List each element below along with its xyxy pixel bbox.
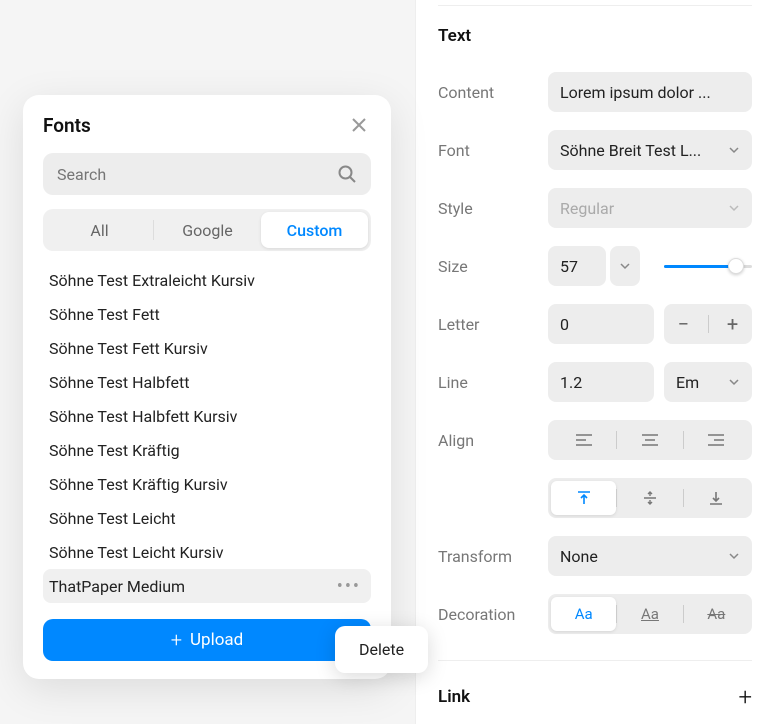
tab-all[interactable]: All [46,212,153,248]
search-input-wrap[interactable] [43,153,371,195]
font-item[interactable]: Söhne Test Kräftig Kursiv [43,467,371,501]
font-source-tabs: All Google Custom [43,209,371,251]
line-input[interactable]: 1.2 [548,362,654,402]
add-link-button[interactable]: + [738,683,752,711]
tab-custom[interactable]: Custom [261,212,368,248]
align-top-icon [576,490,592,506]
properties-panel: Text Content Lorem ipsum dolor ... Font … [415,0,770,724]
font-item[interactable]: Söhne Test Extraleicht Kursiv [43,263,371,297]
increment-button[interactable]: + [718,312,748,336]
font-item[interactable]: Söhne Test Kräftig [43,433,371,467]
content-field[interactable]: Lorem ipsum dolor ... [548,72,752,112]
search-icon [337,164,357,184]
fonts-panel: Fonts All Google Custom Söhne Test Extra… [23,95,391,679]
fonts-title: Fonts [43,114,91,137]
chevron-down-icon [728,202,740,214]
label-transform: Transform [438,547,548,566]
label-font: Font [438,141,548,160]
font-item[interactable]: Söhne Test Fett [43,297,371,331]
align-bottom-icon [708,490,724,506]
decoration-underline-button[interactable]: Aa [617,597,682,631]
decoration-segment: Aa Aa Aa [548,594,752,634]
decoration-none-button[interactable]: Aa [551,597,616,631]
valign-top-button[interactable] [551,481,616,515]
font-item[interactable]: Söhne Test Halbfett [43,365,371,399]
decrement-button[interactable]: − [669,312,699,336]
vertical-align-segment [548,478,752,518]
search-input[interactable] [57,165,337,184]
line-unit-select[interactable]: Em [664,362,752,402]
section-title-text: Text [438,26,752,46]
label-line: Line [438,373,548,392]
align-middle-icon [642,490,658,506]
letter-stepper: − + [664,304,752,344]
more-icon[interactable]: ••• [333,576,365,597]
chevron-down-icon [728,550,740,562]
font-item[interactable]: Söhne Test Leicht [43,501,371,535]
font-item[interactable]: Söhne Test Leicht Kursiv [43,535,371,569]
font-item[interactable]: Söhne Test Fett Kursiv [43,331,371,365]
letter-input[interactable]: 0 [548,304,654,344]
context-menu-delete[interactable]: Delete [335,626,428,673]
font-item[interactable]: ThatPaper Medium ••• [43,569,371,603]
transform-select[interactable]: None [548,536,752,576]
text-align-segment [548,420,752,460]
close-button[interactable] [347,113,371,137]
align-left-icon [576,433,592,447]
font-list[interactable]: Söhne Test Extraleicht Kursiv Söhne Test… [23,263,391,603]
align-left-button[interactable] [551,423,616,457]
tab-google[interactable]: Google [154,212,261,248]
size-input[interactable]: 57 [548,246,606,286]
align-center-button[interactable] [617,423,682,457]
chevron-down-icon [619,260,631,272]
label-style: Style [438,199,548,218]
upload-button[interactable]: + Upload [43,619,371,661]
label-align: Align [438,431,548,450]
align-center-icon [642,433,658,447]
label-letter: Letter [438,315,548,334]
valign-middle-button[interactable] [617,481,682,515]
font-item[interactable]: Söhne Test Halbfett Kursiv [43,399,371,433]
size-slider[interactable] [650,246,752,286]
align-right-icon [708,433,724,447]
style-select[interactable]: Regular [548,188,752,228]
label-size: Size [438,257,548,276]
close-icon [351,117,367,133]
label-decoration: Decoration [438,605,548,624]
decoration-strike-button[interactable]: Aa [684,597,749,631]
align-right-button[interactable] [684,423,749,457]
chevron-down-icon [728,376,740,388]
valign-bottom-button[interactable] [684,481,749,515]
slider-thumb[interactable] [728,258,744,274]
plus-icon: + [171,628,182,652]
section-title-link: Link [438,687,470,707]
size-dropdown[interactable] [610,246,640,286]
font-select[interactable]: Söhne Breit Test L... [548,130,752,170]
chevron-down-icon [728,144,740,156]
label-content: Content [438,83,548,102]
